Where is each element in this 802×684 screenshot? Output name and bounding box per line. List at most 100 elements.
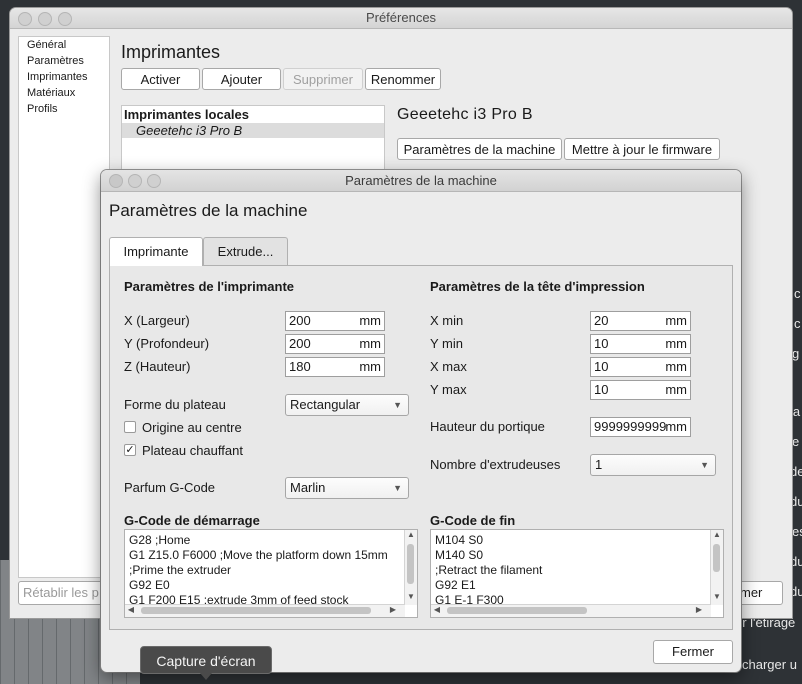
scroll-thumb[interactable]: [447, 607, 587, 614]
machine-settings-button[interactable]: Paramètres de la machine: [397, 138, 562, 160]
dialog-title: Paramètres de la machine: [345, 173, 497, 188]
code-lines: G28 ;Home G1 Z15.0 F6000 ;Move the platf…: [129, 533, 388, 608]
close-dialog-text-button[interactable]: Fermer: [653, 640, 733, 664]
bg-text: e: [792, 434, 800, 449]
height-input[interactable]: 180 mm: [285, 357, 385, 377]
scroll-up-icon: ▲: [713, 530, 721, 539]
machine-settings-dialog: Paramètres de la machine Paramètres de l…: [101, 170, 741, 672]
chevron-down-icon: ▼: [393, 400, 402, 410]
bg-text: g: [792, 346, 800, 361]
ymax-input[interactable]: 10 mm: [590, 380, 691, 400]
height-label: Z (Hauteur): [124, 359, 191, 374]
rename-button[interactable]: Renommer: [365, 68, 441, 90]
close-preferences-button[interactable]: mer: [735, 581, 783, 605]
gantry-height-label: Hauteur du portique: [430, 419, 545, 434]
checkmark-icon: ✓: [125, 444, 135, 456]
ymin-input[interactable]: 10 mm: [590, 334, 691, 354]
titlebar: Préférences: [10, 8, 792, 29]
field-unit: mm: [359, 359, 381, 374]
code-line: G1 Z15.0 F6000 ;Move the platform down 1…: [129, 548, 388, 562]
start-gcode-editor[interactable]: G28 ;Home G1 Z15.0 F6000 ;Move the platf…: [124, 529, 418, 618]
gcode-flavor-select[interactable]: Marlin ▼: [285, 477, 409, 499]
end-gcode-title: G-Code de fin: [430, 513, 516, 528]
selected-printer-name: Geeetehc i3 Pro B: [397, 106, 533, 123]
code-line: M104 S0: [435, 533, 484, 547]
field-unit: mm: [665, 419, 687, 434]
printer-list-header: Imprimantes locales: [124, 107, 249, 122]
bg-text: es: [792, 524, 802, 539]
field-value: 10: [594, 336, 609, 351]
dialog-heading: Paramètres de la machine: [109, 201, 308, 220]
scroll-up-icon: ▲: [407, 530, 415, 539]
scroll-thumb[interactable]: [141, 607, 371, 614]
field-unit: mm: [665, 382, 687, 397]
field-value: 200: [289, 313, 311, 328]
head-settings-title: Paramètres de la tête d'impression: [430, 279, 645, 294]
select-value: Marlin: [290, 480, 326, 495]
extruder-count-select[interactable]: 1 ▼: [590, 454, 716, 476]
field-unit: mm: [359, 336, 381, 351]
bed-shape-select[interactable]: Rectangular ▼: [285, 394, 409, 416]
add-button[interactable]: Ajouter: [202, 68, 281, 90]
field-unit: mm: [665, 313, 687, 328]
code-line: G28 ;Home: [129, 533, 191, 547]
screenshot-tooltip: Capture d'écran: [140, 646, 272, 674]
tab-extruder[interactable]: Extrude...: [203, 237, 288, 265]
window-title: Préférences: [365, 10, 437, 25]
vertical-scrollbar[interactable]: ▲ ▼: [404, 530, 417, 605]
remove-button[interactable]: Supprimer: [283, 68, 363, 90]
field-unit: mm: [665, 336, 687, 351]
origin-center-checkbox[interactable]: [124, 421, 136, 433]
width-input[interactable]: 200 mm: [285, 311, 385, 331]
printer-settings-title: Paramètres de l'imprimante: [124, 279, 294, 294]
gcode-flavor-label: Parfum G-Code: [124, 480, 216, 495]
chevron-down-icon: ▼: [393, 483, 402, 493]
sidebar-item-profiles[interactable]: Profils: [27, 103, 58, 115]
sidebar-item-materials[interactable]: Matériaux: [27, 87, 75, 99]
depth-input[interactable]: 200 mm: [285, 334, 385, 354]
update-firmware-button[interactable]: Mettre à jour le firmware: [564, 138, 720, 160]
extruder-count-label: Nombre d'extrudeuses: [430, 457, 561, 472]
field-unit: mm: [665, 359, 687, 374]
code-line: G92 E1: [435, 578, 476, 592]
bg-text: charger u: [742, 657, 797, 672]
field-value: 10: [594, 359, 609, 374]
horizontal-scrollbar[interactable]: ◀ ▶: [431, 604, 711, 617]
xmin-label: X min: [430, 313, 464, 328]
sidebar-item-general[interactable]: Général: [27, 39, 66, 51]
printer-list-item-selected[interactable]: Geeetehc i3 Pro B: [122, 123, 384, 138]
select-value: Rectangular: [290, 397, 361, 412]
scroll-down-icon: ▼: [407, 592, 415, 601]
xmax-label: X max: [430, 359, 467, 374]
tab-panel: Paramètres de l'imprimante X (Largeur) 2…: [109, 265, 733, 630]
end-gcode-editor[interactable]: M104 S0 M140 S0 ;Retract the filament G9…: [430, 529, 724, 618]
code-lines: M104 S0 M140 S0 ;Retract the filament G9…: [435, 533, 542, 608]
field-value: 9999999999: [594, 419, 667, 434]
heated-bed-checkbox[interactable]: ✓: [124, 444, 136, 456]
start-gcode-title: G-Code de démarrage: [124, 513, 260, 528]
code-line: M140 S0: [435, 548, 484, 562]
field-unit: mm: [359, 313, 381, 328]
tab-printer[interactable]: Imprimante: [109, 237, 203, 266]
bed-shape-label: Forme du plateau: [124, 397, 226, 412]
scroll-left-icon: ◀: [127, 605, 135, 614]
field-value: 200: [289, 336, 311, 351]
scroll-thumb[interactable]: [713, 544, 720, 572]
horizontal-scrollbar[interactable]: ◀ ▶: [125, 604, 405, 617]
tooltip-pointer: [200, 673, 212, 680]
field-value: 180: [289, 359, 311, 374]
xmax-input[interactable]: 10 mm: [590, 357, 691, 377]
list-item-label: Geeetehc i3 Pro B: [136, 123, 243, 138]
activate-button[interactable]: Activer: [121, 68, 200, 90]
scroll-right-icon: ▶: [695, 605, 703, 614]
sidebar-item-printers[interactable]: Imprimantes: [27, 71, 88, 83]
vertical-scrollbar[interactable]: ▲ ▼: [710, 530, 723, 605]
chevron-down-icon: ▼: [700, 460, 709, 470]
scroll-thumb[interactable]: [407, 544, 414, 584]
page-title: Imprimantes: [121, 42, 221, 62]
bg-text: c: [794, 316, 801, 331]
sidebar-item-settings[interactable]: Paramètres: [27, 55, 84, 67]
gantry-height-input[interactable]: 9999999999 mm: [590, 417, 691, 437]
xmin-input[interactable]: 20 mm: [590, 311, 691, 331]
reset-defaults-button[interactable]: Rétablir les p: [18, 581, 104, 605]
